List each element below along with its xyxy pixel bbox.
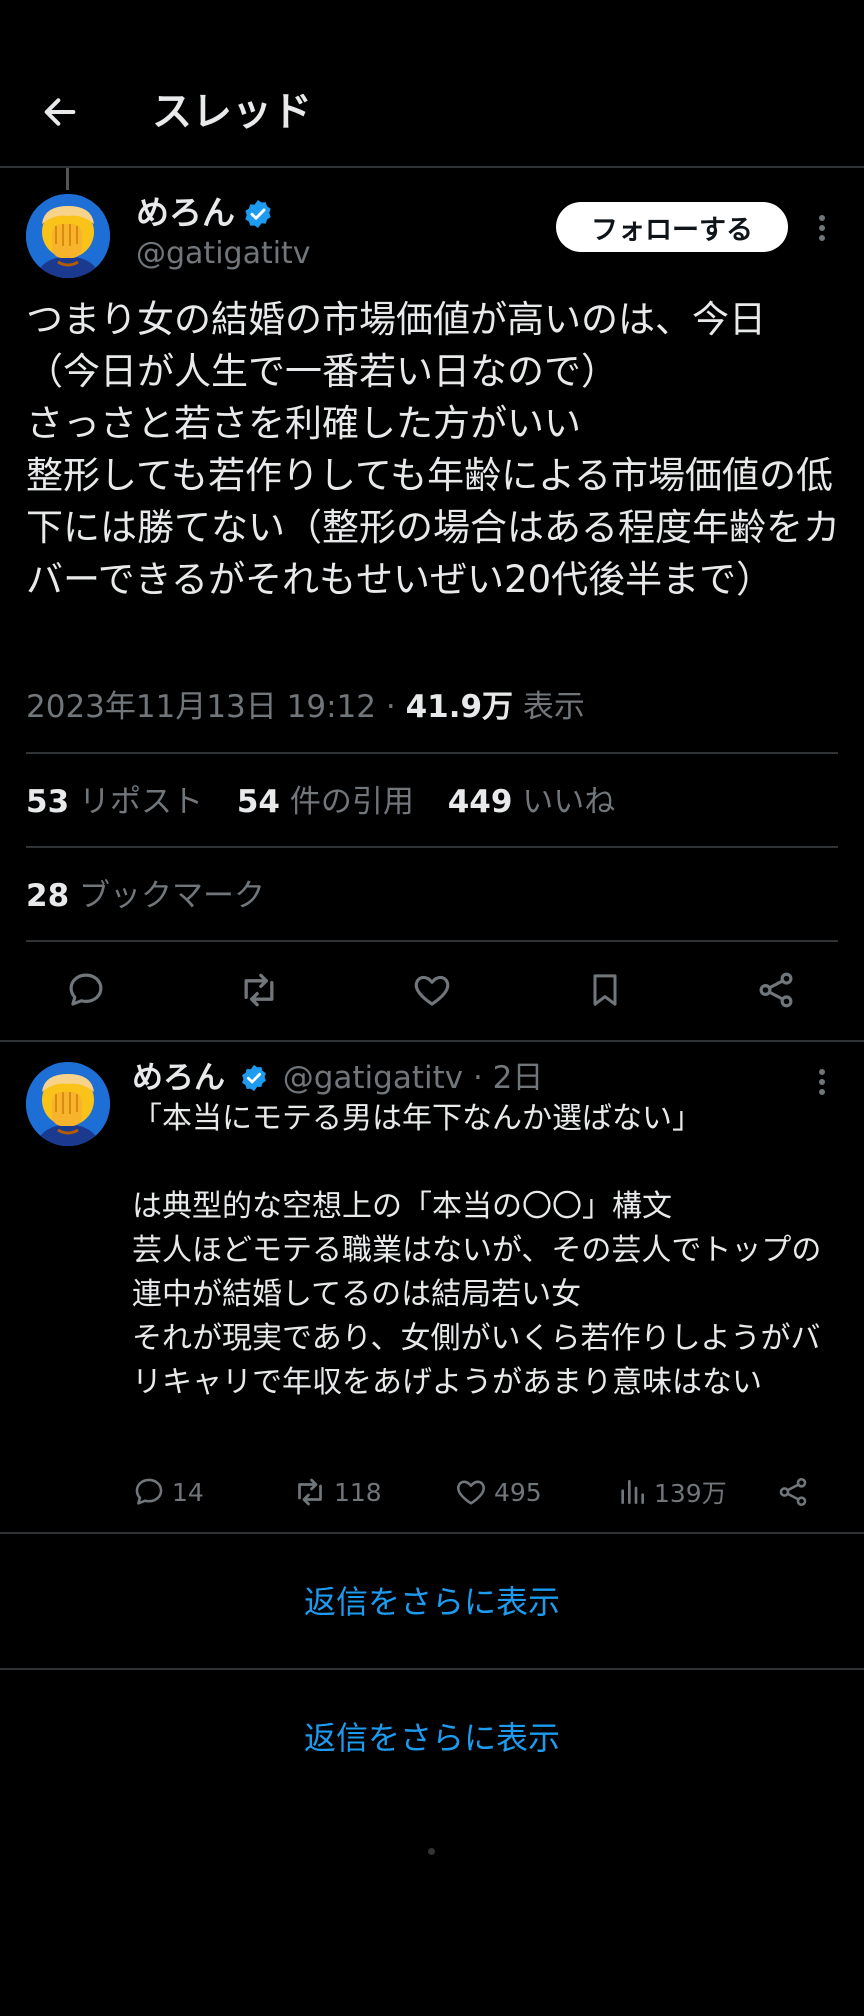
share-icon (759, 972, 793, 1008)
verified-badge-icon (242, 198, 274, 230)
reply-author-handle[interactable]: @gatigatitv (283, 1060, 463, 1096)
loading-dot (428, 1848, 435, 1855)
reply-repost-button[interactable]: 118 (292, 1470, 382, 1514)
like-button[interactable] (400, 958, 464, 1022)
avatar[interactable] (26, 194, 110, 278)
reply-time[interactable]: · 2日 (473, 1060, 543, 1096)
verified-badge-icon (241, 1064, 266, 1092)
back-button[interactable] (30, 82, 90, 142)
bookmark-button[interactable] (573, 958, 637, 1022)
tweet-meta: 2023年11月13日 19:12 · 41.9万 表示 (26, 683, 585, 731)
repost-icon (298, 1478, 322, 1506)
show-more-replies-link[interactable]: 返信をさらに表示 (0, 1572, 864, 1632)
reply-views-button[interactable]: 139万 (616, 1470, 727, 1514)
reply-share-button[interactable] (776, 1470, 810, 1514)
tweet-text: つまり女の結婚の市場価値が高いのは、今日 （今日が人生で一番若い日なので） さっ… (26, 298, 840, 601)
likes-stat[interactable]: 449 いいね (448, 784, 616, 820)
heart-icon (457, 1480, 485, 1505)
views-label: 表示 (522, 689, 585, 725)
reply-reply-button[interactable]: 14 (132, 1470, 204, 1514)
reposts-stat[interactable]: 53 リポスト (26, 784, 203, 820)
reply-replies-count: 14 (172, 1477, 204, 1507)
bookmark-icon (593, 974, 617, 1006)
bookmarks-count: 28 (26, 878, 70, 914)
reply-reposts-count: 118 (334, 1477, 382, 1507)
divider (0, 1532, 864, 1534)
reply-like-button[interactable]: 495 (454, 1470, 542, 1514)
bookmarks-stat[interactable]: 28 ブックマーク (26, 872, 265, 920)
follow-button[interactable]: フォローする (556, 202, 788, 252)
divider (26, 846, 838, 848)
reply-more-options-button[interactable] (804, 1062, 840, 1102)
reply-header: めろん @gatigatitv · 2日 (132, 1056, 543, 1100)
comment-icon (135, 1478, 163, 1505)
tweet-timestamp[interactable]: 2023年11月13日 19:12 (26, 689, 376, 725)
repost-icon (244, 973, 274, 1007)
quotes-label: 件の引用 (289, 784, 414, 820)
share-icon (779, 1477, 807, 1507)
show-more-replies-link[interactable]: 返信をさらに表示 (0, 1708, 864, 1768)
divider (26, 940, 838, 942)
divider (26, 752, 838, 754)
reply-text: 「本当にモテる男は年下なんか選ばない」 は典型的な空想上の「本当の〇〇」構文 芸… (132, 1101, 822, 1400)
engagement-stats: 53 リポスト 54 件の引用 449 いいね (26, 778, 615, 826)
divider (0, 1668, 864, 1670)
views-count: 41.9万 (405, 689, 514, 725)
bookmarks-label: ブックマーク (79, 878, 265, 914)
share-button[interactable] (744, 958, 808, 1022)
arrow-left-icon (44, 98, 76, 126)
divider (0, 1040, 864, 1042)
more-vertical-icon (819, 1069, 825, 1095)
reply-button[interactable] (54, 958, 118, 1022)
facepalm-emoji-icon (26, 194, 110, 278)
quotes-count: 54 (236, 784, 280, 820)
quotes-stat[interactable]: 54 件の引用 (237, 784, 414, 820)
reply-author-name[interactable]: めろん (132, 1060, 225, 1096)
reply-avatar[interactable] (26, 1062, 110, 1146)
meta-separator: · (385, 689, 396, 725)
author-name[interactable]: めろん (136, 190, 235, 236)
likes-count: 449 (447, 784, 513, 820)
comment-icon (69, 973, 103, 1006)
bar-chart-icon (621, 1480, 644, 1504)
reply-likes-count: 495 (494, 1477, 542, 1507)
repost-button[interactable] (227, 958, 291, 1022)
more-vertical-icon (819, 215, 825, 241)
page-title: スレッド (152, 89, 312, 135)
header-divider (0, 166, 864, 168)
reposts-count: 53 (26, 784, 70, 820)
reply-views-count: 139万 (654, 1479, 727, 1508)
thread-connector-line (66, 168, 69, 190)
more-options-button[interactable] (804, 208, 840, 248)
likes-label: いいね (522, 784, 616, 820)
reposts-label: リポスト (79, 784, 203, 820)
top-bar (0, 0, 864, 168)
facepalm-emoji-icon (26, 1062, 110, 1146)
heart-icon (414, 975, 450, 1006)
author-handle[interactable]: @gatigatitv (136, 234, 311, 274)
